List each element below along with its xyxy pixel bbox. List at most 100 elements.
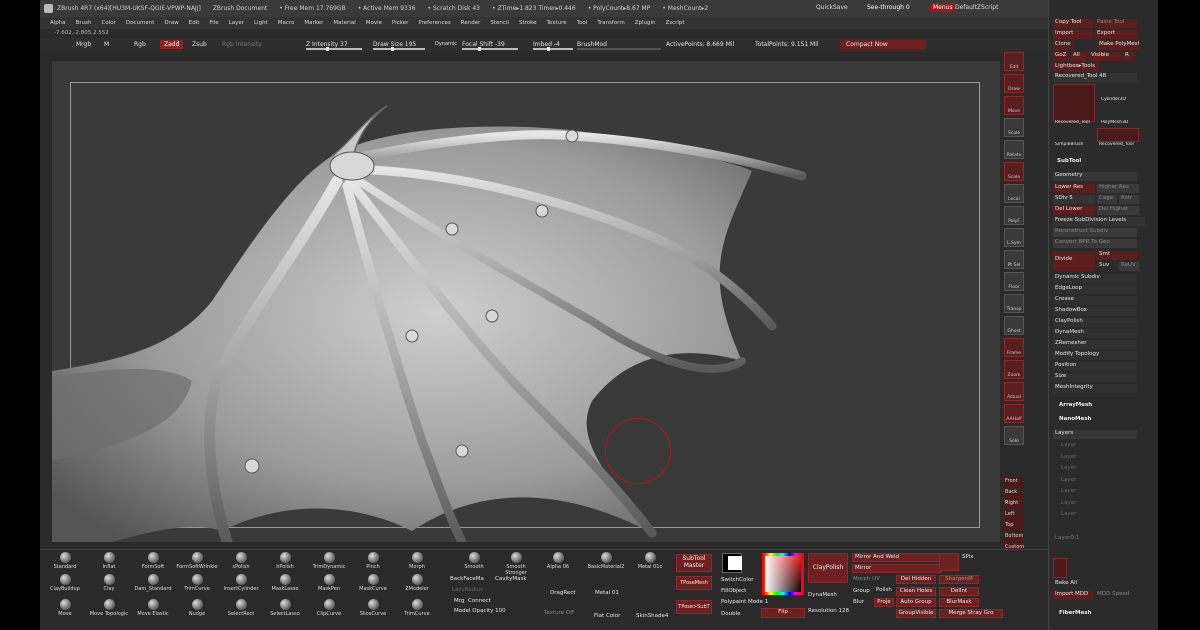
layer-record-button[interactable] [1053,558,1067,578]
geometry-position[interactable]: Position [1053,362,1137,371]
brush-selectrect[interactable]: SelectRect [220,599,262,621]
group-visible-button[interactable]: GroupVisible [896,609,936,618]
brush-zmodeler[interactable]: ZModeler [396,574,438,596]
clone-button[interactable]: Clone [1053,41,1073,50]
shelf-scale-button[interactable]: Scale [1004,162,1024,181]
smt-button[interactable]: Smt [1097,251,1137,260]
brush-move-elastic[interactable]: Move Elastic [132,599,174,621]
sharpen-mask-button[interactable]: SharpenM [939,575,979,584]
all-button[interactable]: All [1071,52,1087,61]
zsub-button[interactable]: Zsub [192,41,207,48]
tool-thumb-recovered[interactable] [1053,84,1095,122]
quicksave-button[interactable]: QuickSave [816,4,848,11]
spix-slider[interactable]: SPix [962,554,973,560]
geometry-claypolish[interactable]: ClayPolish [1053,318,1137,327]
menu-layer[interactable]: Layer [229,20,244,26]
brush-trimcurve[interactable]: TrimCurve [396,599,438,621]
reuv-button[interactable]: ReUV [1119,262,1139,271]
layer-item[interactable]: Layer [1059,511,1119,520]
m-button[interactable]: M [104,41,109,48]
brush-formsoftwrinkle[interactable]: FormSoftWrinkle [176,552,218,574]
polypaint-mode-slider[interactable]: Polypaint Mode 1 [721,599,768,605]
menu-transform[interactable]: Transform [597,20,624,26]
rstr-button[interactable]: Rstr [1119,195,1139,204]
mrgb-button[interactable]: Mrgb [76,41,91,48]
geometry-dynamesh[interactable]: DynaMesh [1053,329,1137,338]
brush-selectlasso[interactable]: SelectLasso [264,599,306,621]
menu-render[interactable]: Render [461,20,481,26]
brush-metal-01c[interactable]: Metal 01c [629,552,671,574]
shelf-edit-button[interactable]: Edit [1004,52,1024,71]
menu-preferences[interactable]: Preferences [418,20,450,26]
delint-button[interactable]: DelInt [939,587,979,596]
shelf-scale-button[interactable]: Scale [1004,118,1024,137]
export-button[interactable]: Export [1095,30,1137,39]
dragrect-button[interactable]: DragRect [550,590,576,596]
fill-object-button[interactable]: FillObject [721,588,746,594]
shelf-ghost-button[interactable]: Ghost [1004,316,1024,335]
shelf-transp-button[interactable]: Transp [1004,294,1024,313]
view-bottom-button[interactable]: Bottom [1004,533,1024,543]
skinshade-button[interactable]: SkinShade4 [636,613,668,619]
menu-material[interactable]: Material [333,20,355,26]
compact-now-button[interactable]: Compact Now [840,40,926,49]
blur-mask-button[interactable]: BlurMask [939,598,979,607]
geometry-meshintegrity[interactable]: MeshIntegrity [1053,384,1137,393]
subtool-master-button[interactable]: SubTool Master [676,554,712,572]
shelf-move-button[interactable]: Move [1004,96,1024,115]
geometry-size[interactable]: Size [1053,373,1137,382]
brush-spolish[interactable]: sPolish [220,552,262,574]
copy-tool-button[interactable]: Copy Tool [1053,19,1093,28]
view-back-button[interactable]: Back [1004,489,1024,499]
tpose-mesh-button[interactable]: TPoseMesh [676,576,712,590]
brush-alpha-06[interactable]: Alpha 06 [537,552,579,574]
brush-formsoft[interactable]: FormSoft [132,552,174,574]
del-hidden-button[interactable]: Del Hidden [896,575,936,584]
shelf-rotate-button[interactable]: Rotate [1004,140,1024,159]
brushmod-track[interactable] [577,48,661,50]
auto-group-button[interactable]: Auto Group [896,598,936,607]
tool-thumb-recovered-2[interactable] [1097,128,1139,142]
shelf-polyf-button[interactable]: PolyF [1004,206,1024,225]
arraymesh-header[interactable]: ArrayMesh [1057,402,1137,411]
geometry-zremesher[interactable]: ZRemesher [1053,340,1137,349]
menu-stroke[interactable]: Stroke [519,20,537,26]
rgb-intensity-slider[interactable]: Rgb Intensity [222,41,262,48]
goz-button[interactable]: GoZ [1053,52,1069,61]
focal-shift-slider[interactable]: Focal Shift -39 [462,41,505,48]
flat-color-button[interactable]: Flat Color [594,613,620,619]
dragon-wing-model[interactable] [52,61,1000,542]
mirror-weld-button[interactable]: Mirror And Weld [852,553,942,562]
shelf-draw-button[interactable]: Draw [1004,74,1024,93]
blur-button[interactable]: Blur [853,599,864,605]
del-lower-button[interactable]: Del Lower [1053,206,1095,215]
project-button[interactable]: Proje [874,598,894,607]
divide-button[interactable]: Divide [1053,251,1095,271]
brush-trimdynamic[interactable]: TrimDynamic [308,552,350,574]
color-picker[interactable] [762,553,804,595]
import-mdd-button[interactable]: Import MDD [1053,591,1093,600]
brush-maskpen[interactable]: MaskPen [308,574,350,596]
menu-light[interactable]: Light [254,20,268,26]
layers-header[interactable]: Layers [1053,430,1137,439]
secondary-color-swatch[interactable] [722,553,742,573]
menu-color[interactable]: Color [102,20,116,26]
menu-file[interactable]: File [209,20,218,26]
shelf-actual-button[interactable]: Actual [1004,382,1024,401]
lightbox-tools-button[interactable]: Lightbox▸Tools [1053,63,1099,72]
cage-button[interactable]: Cage [1097,195,1117,204]
draw-size-track[interactable] [373,47,425,51]
connect-button[interactable]: Connect [468,598,491,604]
brush-clipcurve[interactable]: ClipCurve [308,599,350,621]
brush-smooth[interactable]: Smooth [453,552,495,574]
document-canvas[interactable] [52,61,1000,542]
menu-zplugin[interactable]: Zplugin [635,20,656,26]
imbed-track[interactable] [533,47,573,51]
switch-color-button[interactable]: SwitchColor [721,577,754,583]
default-zscript-button[interactable]: DefaultZScript [955,4,998,11]
menu-texture[interactable]: Texture [547,20,567,26]
shelf-local-button[interactable]: Local [1004,184,1024,203]
layer-item[interactable]: Layer [1059,465,1119,474]
texture-off-button[interactable]: Texture Off [544,610,574,616]
brush-masklasso[interactable]: MaskLasso [264,574,306,596]
